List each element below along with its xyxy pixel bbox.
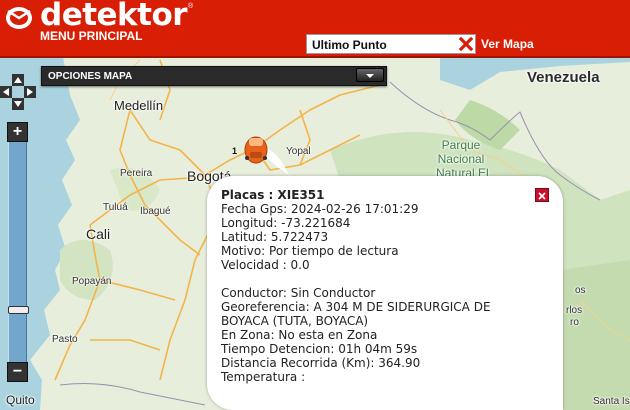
menu-principal-link[interactable]: MENU PRINCIPAL (40, 29, 142, 43)
map-label-park: Parque Nacional Natural El (436, 138, 489, 180)
map-label-quito: Quito (6, 393, 35, 407)
map-label-venezuela: Venezuela (527, 69, 600, 86)
vehicle-info-popup: Placas : XIE351 Fecha Gps: 2024-02-26 17… (207, 176, 563, 410)
info-longitud: Longitud: -73.221684 (221, 216, 351, 230)
map-label-rlos: rlos (566, 305, 583, 316)
pan-control[interactable] (0, 74, 36, 110)
map-label-tulua: Tuluá (103, 202, 128, 213)
map-label-cali: Cali (86, 226, 111, 242)
registered-mark: ® (188, 3, 194, 10)
map-options-bar[interactable]: OPCIONES MAPA (41, 66, 387, 86)
zoom-out-button[interactable]: − (7, 362, 28, 382)
map-label-medellin: Medellín (114, 98, 164, 113)
close-icon[interactable] (457, 35, 475, 53)
info-placas-value: XIE351 (277, 188, 325, 202)
zoom-slider-handle[interactable] (8, 306, 29, 314)
map-label-ro: ro (570, 317, 579, 328)
zoom-in-button[interactable]: + (7, 122, 28, 142)
map-label-popayan: Popayán (72, 276, 112, 287)
zoom-slider-track[interactable] (8, 142, 29, 362)
info-velocidad: Velocidad : 0.0 (221, 258, 310, 272)
vehicle-number-label: 1 (232, 146, 238, 156)
detektor-logo-icon (6, 7, 32, 29)
info-en-zona: En Zona: No esta en Zona (221, 328, 378, 342)
vehicle-info-content: Placas : XIE351 Fecha Gps: 2024-02-26 17… (221, 188, 511, 384)
ver-mapa-button[interactable]: Ver Mapa (478, 34, 630, 54)
info-placas: Placas : XIE351 (221, 188, 325, 202)
chevron-down-icon (366, 74, 374, 78)
map-label-santa: Santa Is (593, 396, 630, 407)
map-options-label: OPCIONES MAPA (48, 71, 133, 82)
info-georeferencia: Georeferencia: A 304 M DE SIDERURGICA DE… (221, 300, 491, 328)
ultimo-punto-label: Ultimo Punto (312, 38, 387, 52)
zoom-control: + − (7, 122, 29, 382)
info-tiempo-detencion: Tiempo Detencion: 01h 04m 59s (221, 342, 418, 356)
info-latitud: Latitud: 5.722473 (221, 230, 329, 244)
map-options-dropdown-button[interactable] (356, 68, 384, 82)
app-header: detektor ® MENU PRINCIPAL Ultimo Punto V… (0, 0, 630, 58)
map-label-ibague: Ibagué (140, 206, 171, 217)
map-label-pasto: Pasto (52, 334, 78, 345)
ultimo-punto-field[interactable]: Ultimo Punto (306, 34, 476, 54)
popup-close-button[interactable] (535, 188, 549, 202)
close-icon (538, 192, 546, 200)
map-label-os: os (575, 285, 586, 296)
info-conductor: Conductor: Sin Conductor (221, 286, 376, 300)
brand-logo-text: detektor (40, 0, 188, 33)
info-motivo: Motivo: Por tiempo de lectura (221, 244, 399, 258)
info-fecha-gps: Fecha Gps: 2024-02-26 17:01:29 (221, 202, 419, 216)
info-distancia: Distancia Recorrida (Km): 364.90 (221, 356, 421, 370)
info-temperatura: Temperatura : (221, 370, 306, 384)
car-icon[interactable] (241, 128, 271, 164)
map-label-pereira: Pereira (120, 168, 153, 179)
